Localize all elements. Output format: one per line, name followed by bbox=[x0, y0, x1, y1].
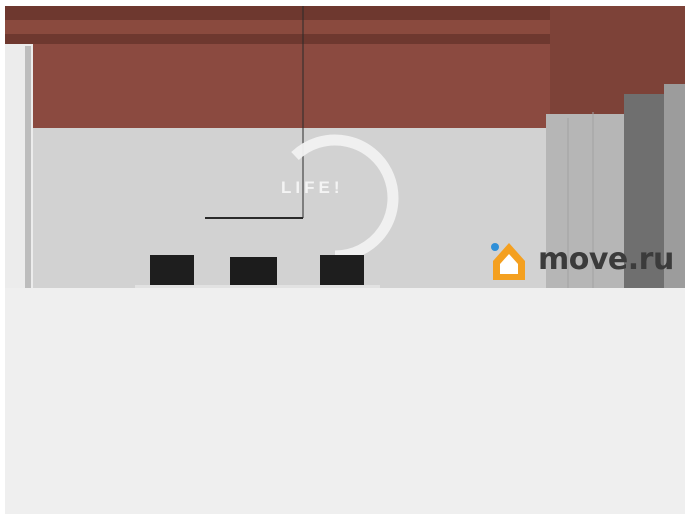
empty-area bbox=[5, 288, 685, 514]
image-frame: LIFE! move.ru bbox=[5, 6, 685, 514]
monitor bbox=[230, 257, 277, 288]
window-frame bbox=[25, 46, 31, 288]
monitor bbox=[150, 255, 194, 288]
life-watermark: LIFE! bbox=[281, 178, 344, 197]
upper-wall bbox=[30, 44, 550, 128]
brand-watermark: move.ru bbox=[538, 242, 674, 277]
monitor bbox=[320, 255, 364, 288]
lower-wall bbox=[30, 128, 550, 288]
ceiling-beam bbox=[5, 20, 610, 34]
